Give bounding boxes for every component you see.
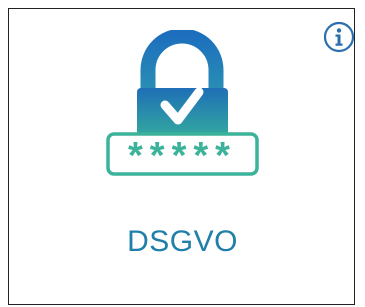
- info-button[interactable]: [323, 21, 355, 53]
- card-title: DSGVO: [127, 225, 238, 258]
- password-mask: *****: [128, 135, 237, 177]
- lock-graphic: *****: [100, 28, 265, 180]
- info-icon: [323, 21, 355, 53]
- padlock-icon: *****: [106, 28, 259, 177]
